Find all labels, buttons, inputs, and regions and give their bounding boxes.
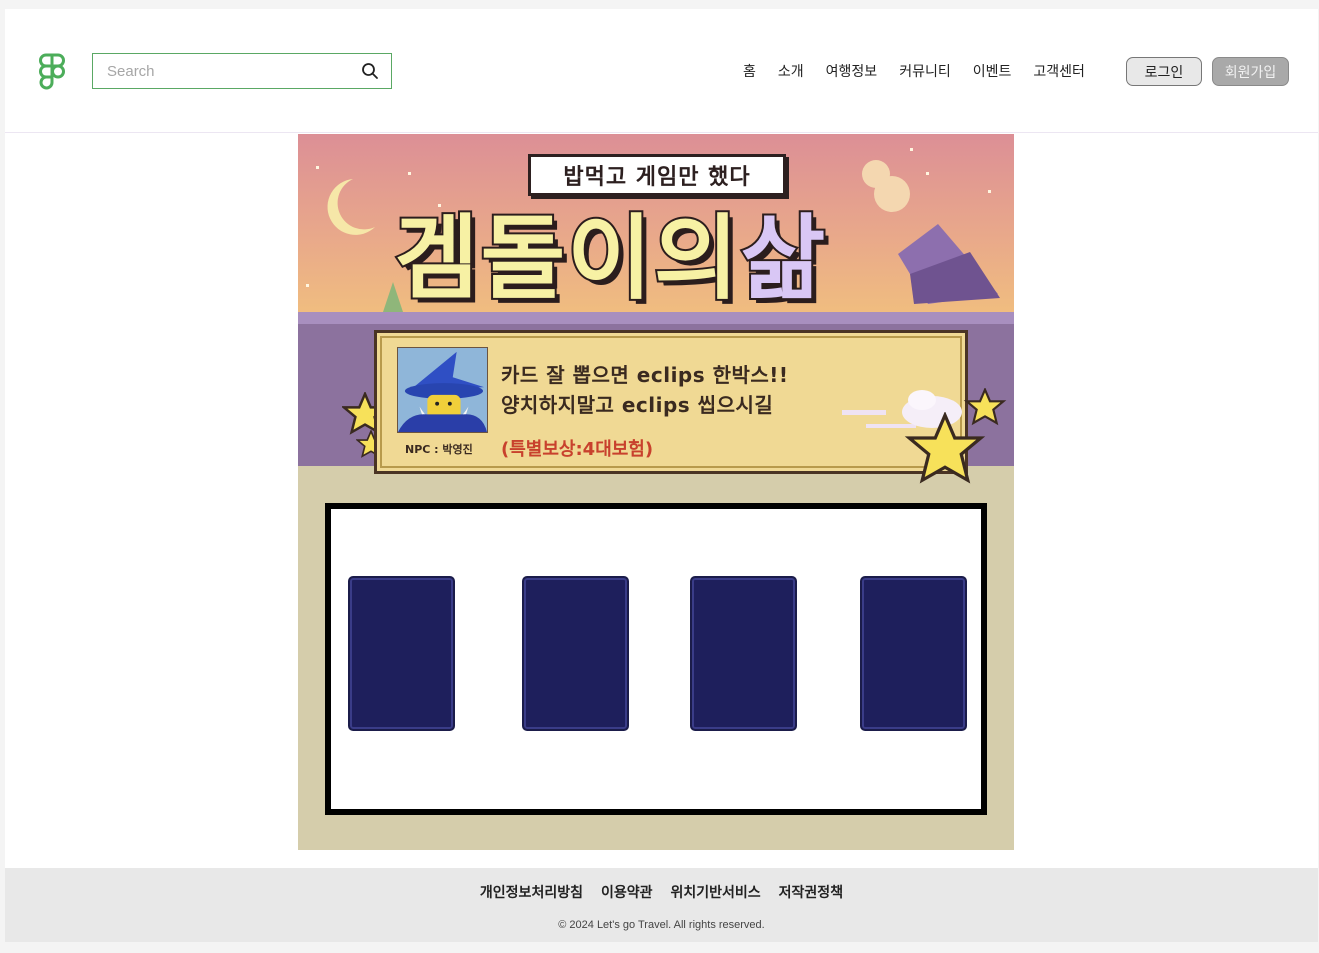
star-icon: [963, 388, 1007, 426]
draw-card-1[interactable]: [348, 576, 455, 731]
draw-card-4[interactable]: [860, 576, 967, 731]
footer-links: 개인정보처리방침 이용약관 위치기반서비스 저작권정책: [5, 882, 1318, 902]
card-draw-area: [325, 503, 987, 815]
nav-event[interactable]: 이벤트: [973, 61, 1012, 81]
nav-travel-info[interactable]: 여행정보: [826, 61, 878, 81]
footer-link-terms[interactable]: 이용약관: [601, 882, 653, 902]
search-input[interactable]: [93, 54, 355, 88]
search-box: [92, 53, 392, 89]
event-banner: 밥먹고 게임만 했다 겜돌이의삶 NPC : 박영진 카드 잘 뽑으면 ecli…: [298, 134, 1014, 850]
footer-link-copyright-policy[interactable]: 저작권정책: [779, 882, 843, 902]
footer-link-privacy[interactable]: 개인정보처리방침: [480, 882, 583, 902]
copyright-text: © 2024 Let's go Travel. All rights reser…: [558, 919, 765, 931]
event-title: 겜돌이의삶: [392, 203, 934, 314]
special-reward-text: (특별보상:4대보험): [501, 439, 654, 460]
npc-name-label: NPC : 박영진: [405, 443, 473, 456]
footer-link-location[interactable]: 위치기반서비스: [671, 882, 761, 902]
draw-card-2[interactable]: [522, 576, 629, 731]
event-title-last: 삶: [739, 203, 828, 314]
event-title-main: 겜돌이의: [392, 203, 741, 314]
site-footer: 개인정보처리방침 이용약관 위치기반서비스 저작권정책 © 2024 Let's…: [5, 868, 1318, 942]
signup-button[interactable]: 회원가입: [1212, 57, 1289, 86]
nav-community[interactable]: 커뮤니티: [899, 61, 951, 81]
search-icon[interactable]: [361, 62, 379, 80]
npc-wizard-avatar: [397, 347, 488, 433]
dialog-line-1: 카드 잘 뽑으면 eclips 한박스!!: [501, 363, 789, 387]
login-button[interactable]: 로그인: [1126, 57, 1202, 86]
site-header: 홈 소개 여행정보 커뮤니티 이벤트 고객센터 로그인 회원가입: [5, 9, 1318, 133]
nav-support[interactable]: 고객센터: [1033, 61, 1085, 81]
event-subtitle: 밥먹고 게임만 했다: [528, 154, 786, 196]
dialog-line-2: 양치하지말고 eclips 씹으시길: [501, 393, 774, 417]
main-nav: 홈 소개 여행정보 커뮤니티 이벤트 고객센터: [743, 61, 1085, 81]
nav-home[interactable]: 홈: [743, 61, 756, 81]
draw-card-3[interactable]: [690, 576, 797, 731]
nav-about[interactable]: 소개: [778, 61, 804, 81]
figma-logo-icon[interactable]: [38, 53, 66, 91]
